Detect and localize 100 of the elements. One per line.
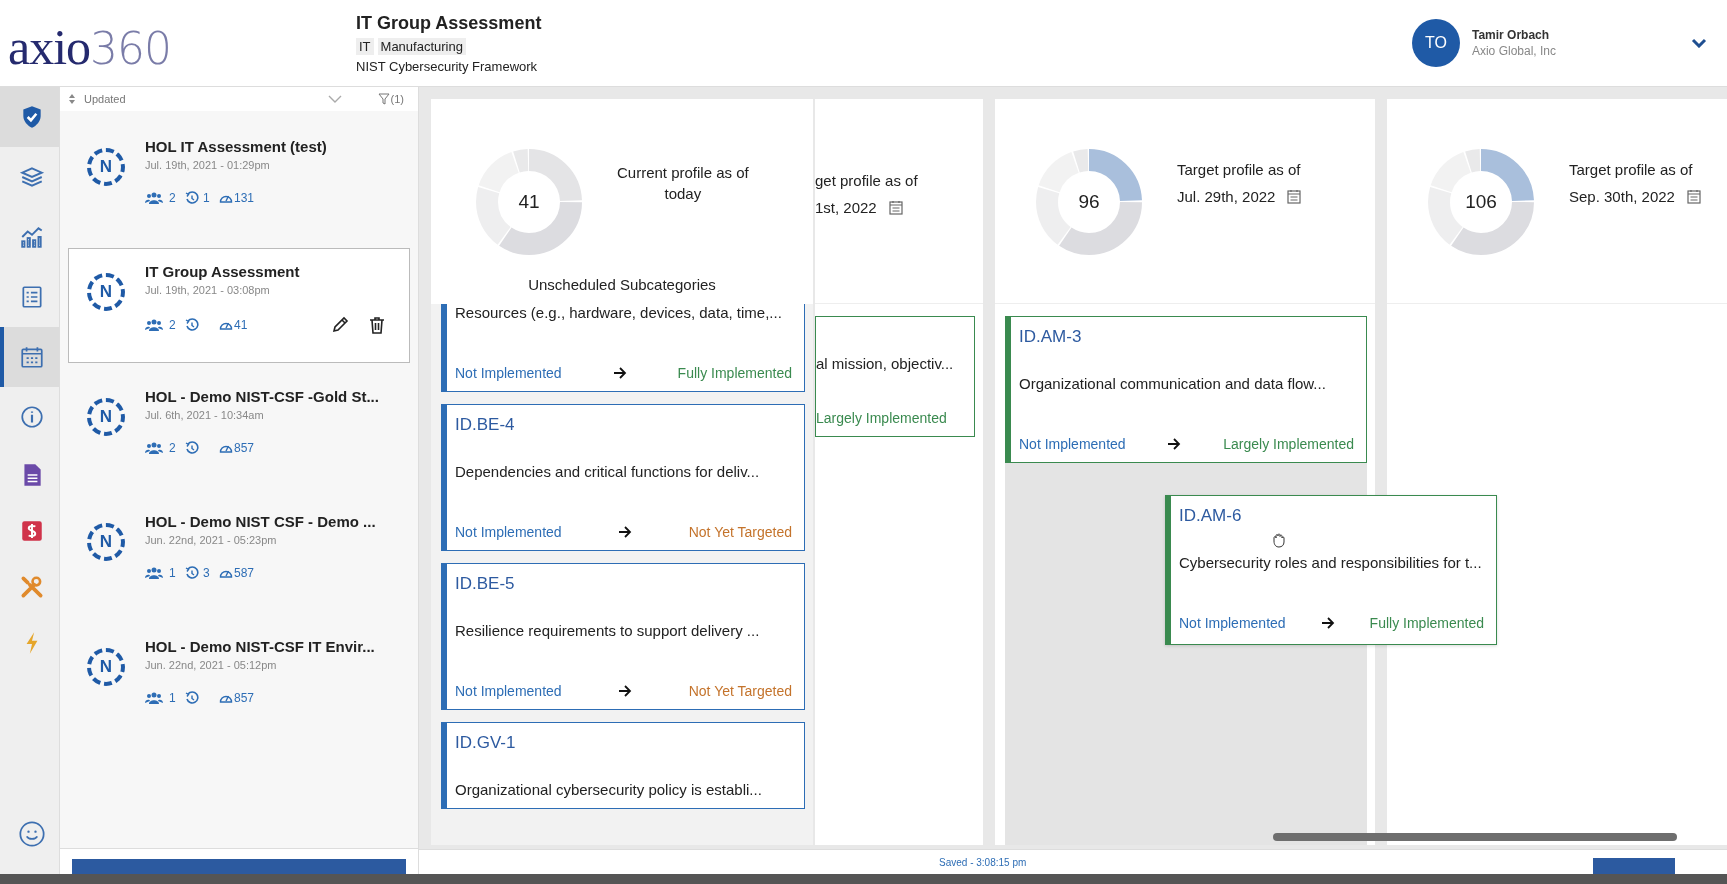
subcategory-description: Organizational communication and data flow... [1019,375,1327,392]
score: 131 [234,191,255,205]
history-count: 3 [203,566,210,580]
logo: axio360 [8,18,173,76]
subcategory-code: ID.AM-3 [1019,327,1083,347]
current-status: Not Implemented [1019,436,1126,452]
tag: Manufacturing [377,37,466,55]
subcategory-code: ID.AM-6 [1179,506,1243,526]
current-status: Not Implemented [1179,615,1286,631]
profile-label: Current profile as of [617,164,749,181]
assessment-item[interactable]: N IT Group Assessment Jul. 19th, 2021 - 03:08pm 2 41 [68,248,410,363]
subcategory-description: al mission, objectiv... [816,355,955,372]
score: 587 [234,566,255,580]
assessment-name: HOL IT Assessment (test) [145,138,328,155]
shield-nav-item[interactable] [0,87,59,147]
calendar-icon[interactable] [1686,189,1701,204]
target-status: Fully Implemented [1369,615,1484,631]
history-icon [185,441,199,455]
assessment-title: IT Group Assessment [356,12,543,34]
score: 857 [234,691,255,705]
current-status: Not Implemented [455,365,562,381]
subcategory-description: Organizational cybersecurity policy is establi... [455,781,763,798]
assessment-item[interactable]: N HOL - Demo NIST CSF - Demo ... Jun. 22nd, 2021 - 05:23pm 1 3 587 [68,498,410,613]
assessment-date: Jul. 19th, 2021 - 01:29pm [145,159,271,171]
subcategory-description: Dependencies and critical functions for deliv... [455,463,761,480]
calendar-icon[interactable] [888,200,903,215]
arrow-right-icon [1167,438,1182,450]
score: 41 [234,318,248,332]
column-subtitle: Unscheduled Subcategories [527,276,717,293]
assessment-date: Jul. 6th, 2021 - 10:34am [145,409,265,421]
calendar-icon[interactable] [1287,189,1302,204]
calendar-nav-item[interactable] [0,327,59,387]
profile-date: 1st, 2022 [815,199,877,216]
subcategory-card[interactable]: ID.AM-3 Organizational communication and data flow... Not Implemented Largely Implemented [1005,316,1367,463]
assessment-item[interactable]: N HOL - Demo NIST-CSF IT Envir... Jun. 22nd, 2021 - 05:12pm 1 857 [68,623,410,738]
history-icon [185,691,199,705]
subcategory-card[interactable]: ID.BE-4 Dependencies and critical functions for deliv... Not Implemented Not Yet Targeted [441,404,805,551]
history-icon [185,318,199,332]
profile-label: get profile as of [815,172,918,189]
smiley-icon [17,820,46,848]
subcategory-description: Cybersecurity roles and responsibilities for t... [1179,554,1483,571]
member-count: 1 [169,566,176,580]
assessment-item[interactable]: N HOL - Demo NIST-CSF -Gold St... Jul. 6th, 2021 - 10:34am 2 857 [68,373,410,488]
score: 857 [234,441,255,455]
member-count: 2 [169,318,176,332]
framework-name: NIST Cybersecurity Framework [356,58,539,74]
profile-label: Target profile as of [1569,161,1694,178]
profile-date: today [664,185,702,202]
history-icon [185,191,199,205]
profile-date: Sep. 30th, 2022 [1569,188,1675,205]
horizontal-scrollbar[interactable] [1273,833,1677,841]
target-status: Not Yet Targeted [688,683,792,699]
assessment-date: Jun. 22nd, 2021 - 05:23pm [145,534,278,546]
tag: IT [356,37,374,55]
subcategory-count: 106 [1465,191,1497,213]
chart-icon [18,224,45,250]
subcategory-card[interactable]: ID.BE-5 Resilience requirements to support delivery ... Not Implemented Not Yet Targeted [441,563,805,710]
framework-icon: N [87,523,125,561]
subcategory-card[interactable]: ID.GV-1 Organizational cybersecurity policy is establi... [441,722,805,809]
assessment-date: Jun. 22nd, 2021 - 05:12pm [145,659,278,671]
subcategory-code: ID.BE-5 [455,574,516,594]
subcategory-code: ID.GV-1 [455,733,517,753]
subcategory-card[interactable]: Resources (e.g., hardware, devices, data, time,... Not Implemented Fully Implemented [441,304,805,392]
info-icon [18,404,45,430]
assessment-item[interactable]: N HOL IT Assessment (test) Jul. 19th, 2021 - 01:29pm 2 1 131 [68,123,410,238]
subcategory-description: Resources (e.g., hardware, devices, data, time,... [455,304,783,321]
subcategory-code: ID.BE-4 [455,415,516,435]
member-count: 2 [169,191,176,205]
subcategory-card[interactable]: al mission, objectiv... Largely Implemented [815,316,975,437]
target-status: Fully Implemented [677,365,792,381]
filter-button[interactable]: (1) [377,93,404,105]
current-status: Not Implemented [455,683,562,699]
arrow-right-icon [618,685,633,697]
arrow-right-icon [618,526,633,538]
users-icon [145,192,163,204]
users-icon [145,692,163,704]
user-organization: Axio Global, Inc [1471,44,1556,58]
assessment-name: HOL - Demo NIST CSF - Demo ... [145,513,377,530]
subcategory-count: 41 [518,191,540,213]
dragged-subcategory-card[interactable]: ID.AM-6 Cybersecurity roles and responsibilities for t... Not Implemented Fully Implemented [1165,495,1497,645]
assessment-name: HOL - Demo NIST-CSF IT Envir... [145,638,376,655]
framework-icon: N [87,273,125,311]
user-avatar[interactable]: TO [1411,19,1460,67]
user-name: Tamir Orbach [1471,28,1551,42]
history-count: 1 [203,191,210,205]
sort-icon[interactable] [68,93,76,105]
edit-icon[interactable] [331,316,349,334]
member-count: 2 [169,441,176,455]
assessment-date: Jul. 19th, 2021 - 03:08pm [145,284,271,296]
chevron-down-icon[interactable] [1691,38,1707,48]
target-status: Largely Implemented [816,410,947,426]
users-icon [145,319,163,331]
grab-cursor-icon [1271,532,1287,548]
sort-field[interactable]: Updated [84,93,320,105]
users-icon [145,567,163,579]
current-status: Not Implemented [455,524,562,540]
arrow-right-icon [1320,617,1335,629]
framework-icon: N [87,148,125,186]
assessment-name: HOL - Demo NIST-CSF -Gold St... [145,388,380,405]
delete-icon[interactable] [369,316,385,334]
